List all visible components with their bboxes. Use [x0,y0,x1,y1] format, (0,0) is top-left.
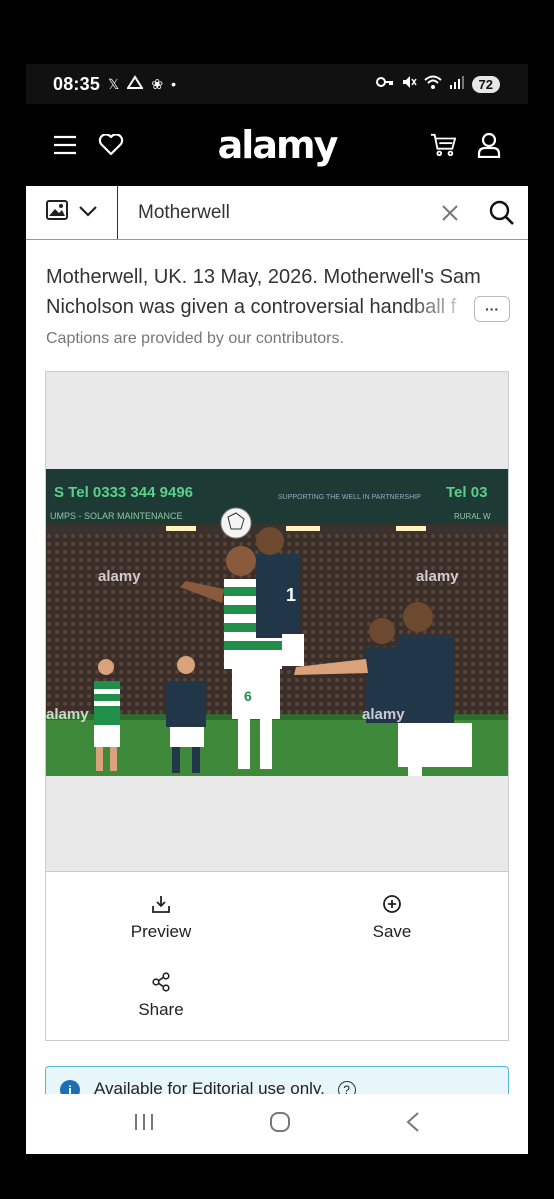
key-icon [375,75,394,93]
share-icon [152,972,170,992]
image-icon [45,200,68,225]
clear-search-button[interactable] [424,186,476,239]
system-nav-bar [26,1094,528,1154]
banner-text: UMPS - SOLAR MAINTENANCE [50,511,183,521]
back-icon[interactable] [405,1111,421,1138]
preview-label: Preview [130,922,192,941]
preview-button[interactable]: Preview [86,894,236,942]
watermark: alamy [98,568,141,585]
image-card: S Tel 0333 344 9496 UMPS - SOLAR MAINTEN… [45,371,509,1041]
account-icon[interactable] [476,132,502,158]
image-area[interactable]: S Tel 0333 344 9496 UMPS - SOLAR MAINTEN… [46,372,508,871]
home-icon[interactable] [269,1111,291,1138]
share-button[interactable]: Share [86,972,236,1020]
banner-text: RURAL W [454,512,491,521]
cart-icon[interactable] [430,132,456,158]
player-number: 6 [244,688,252,704]
save-button[interactable]: Save [317,894,467,942]
contributor-note: Captions are provided by our contributor… [46,330,344,347]
share-label: Share [138,1000,184,1019]
banner-text: SUPPORTING THE WELL IN PARTNERSHIP [278,494,421,501]
expand-caption-button[interactable]: ··· [474,296,510,322]
status-bar: 08:35 𝕏 ❀ • 72 [26,64,528,104]
search-bar [26,186,528,240]
caption-fade [406,290,476,322]
recent-apps-icon[interactable] [133,1113,155,1136]
banner-text: S Tel 0333 344 9496 [54,484,193,501]
celtic-icon: ❀ [151,75,164,92]
watermark: alamy [46,706,89,723]
battery-indicator: 72 [471,75,500,93]
plus-circle-icon [383,895,401,913]
player-number: 1 [286,585,296,605]
search-input[interactable] [118,201,424,224]
search-button[interactable] [476,186,528,239]
x-icon: 𝕏 [108,75,120,92]
stock-photo[interactable]: S Tel 0333 344 9496 UMPS - SOLAR MAINTEN… [46,469,508,776]
heart-icon[interactable] [98,132,124,158]
threads-icon [126,74,145,94]
wifi-icon [423,75,442,94]
menu-icon[interactable] [52,132,78,158]
mute-icon [401,74,417,95]
phone-screen: 08:35 𝕏 ❀ • 72 alamy Motherwell Motherwe… [26,64,528,1154]
banner-text: Tel 03 [446,484,487,501]
dot-icon: • [171,76,176,92]
image-actions: Preview Save Share [46,871,508,1041]
signal-icon [449,75,465,94]
alamy-logo[interactable]: alamy [218,123,339,167]
search-type-selector[interactable] [26,186,118,239]
search-icon [489,200,514,225]
site-header: alamy [26,104,528,186]
status-time: 08:35 [53,73,101,94]
save-label: Save [372,922,412,941]
download-icon [152,896,170,913]
watermark: alamy [416,568,459,585]
watermark: alamy [362,706,405,723]
chevron-down-icon [78,204,98,222]
